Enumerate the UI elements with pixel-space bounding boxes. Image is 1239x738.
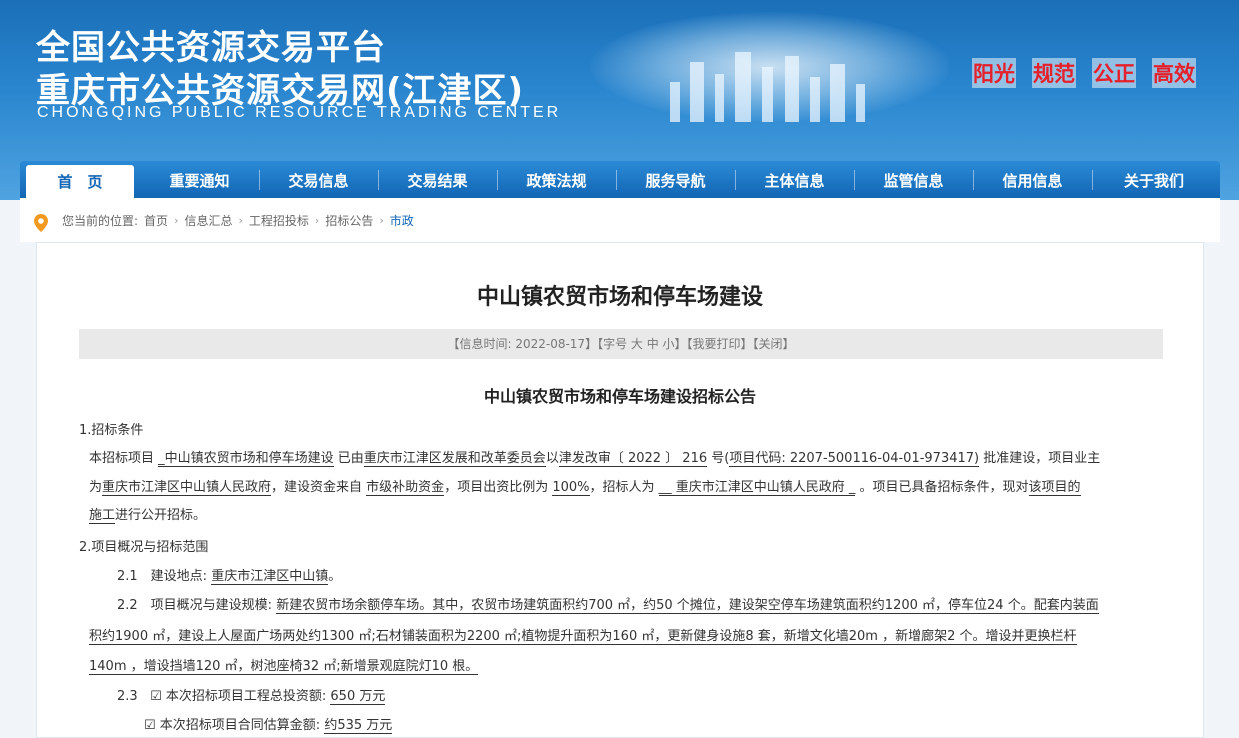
slogan-2: 规范 [1032, 58, 1076, 88]
breadcrumb-engineering[interactable]: 工程招投标 [243, 212, 315, 229]
breadcrumb-current[interactable]: 市政 [384, 212, 420, 229]
section-2-3-line-2: ☑ 本次招标项目合同估算金额: 约535 万元 [144, 718, 393, 734]
article-panel: 中山镇农贸市场和停车场建设 【信息时间: 2022-08-17】【字号 大 中 … [36, 242, 1204, 738]
breadcrumb: 您当前的位置: 首页 › 信息汇总 › 工程招投标 › 招标公告 › 市政 [20, 198, 1220, 242]
nav-trade-info[interactable]: 交易信息 [259, 161, 378, 198]
section-2-heading: 2.项目概况与招标范围 [79, 540, 209, 555]
breadcrumb-tender-notice[interactable]: 招标公告 [319, 212, 379, 229]
breadcrumb-home[interactable]: 首页 [138, 212, 174, 229]
nav-trade-results[interactable]: 交易结果 [378, 161, 497, 198]
site-title-english: CHONGQING PUBLIC RESOURCE TRADING CENTER [37, 104, 562, 121]
breadcrumb-prefix: 您当前的位置: [62, 214, 139, 228]
section-2-3-line-1: 2.3 ☑ 本次招标项目工程总投资额: 650 万元 [117, 689, 386, 705]
nav-service[interactable]: 服务导航 [616, 161, 735, 198]
section-1-line-3: 施工进行公开招标。 [89, 508, 207, 524]
checkbox-checked-icon: ☑ [150, 689, 162, 704]
slogan-3: 公正 [1092, 58, 1136, 88]
nav-supervision[interactable]: 监管信息 [854, 161, 973, 198]
location-pin-icon [34, 214, 48, 232]
nav-about[interactable]: 关于我们 [1092, 161, 1216, 198]
section-1-line-1: 本招标项目 _中山镇农贸市场和停车场建设 已由重庆市江津区发展和改革委员会以津发… [89, 451, 1101, 467]
nav-policy[interactable]: 政策法规 [497, 161, 616, 198]
article-title: 中山镇农贸市场和停车场建设 [476, 285, 763, 310]
city-skyline-image [590, 12, 950, 122]
section-1-heading: 1.招标条件 [79, 423, 144, 438]
section-2-2-line-2: 积约1900 ㎡，建设上人屋面广场两处约1300 ㎡;石材铺装面积为2200 ㎡… [89, 629, 1077, 645]
nav-entity-info[interactable]: 主体信息 [735, 161, 854, 198]
section-1-line-2: 为重庆市江津区中山镇人民政府，建设资金来自 市级补助资金，项目出资比例为 100… [89, 480, 1081, 496]
nav-credit[interactable]: 信用信息 [973, 161, 1092, 198]
platform-title: 全国公共资源交易平台 [36, 28, 386, 68]
section-2-2-line-3: 140m ，增设挡墙120 ㎡，树池座椅32 ㎡;新增景观庭院灯10 根。 [89, 659, 479, 675]
slogan-group: 阳光 规范 公正 高效 [972, 58, 1196, 88]
notice-subtitle: 中山镇农贸市场和停车场建设招标公告 [483, 387, 756, 406]
slogan-4: 高效 [1152, 58, 1196, 88]
section-2-2-line-1: 2.2 项目概况与建设规模: 新建农贸市场余额停车场。其中，农贸市场建筑面积约7… [117, 598, 1099, 614]
nav-home[interactable]: 首 页 [26, 165, 134, 198]
main-nav: 首 页 重要通知 交易信息 交易结果 政策法规 服务导航 主体信息 监管信息 信… [20, 161, 1220, 198]
checkbox-checked-icon: ☑ [144, 718, 156, 733]
slogan-1: 阳光 [972, 58, 1016, 88]
article-info-bar[interactable]: 【信息时间: 2022-08-17】【字号 大 中 小】【我要打印】【关闭】 [79, 329, 1163, 359]
section-2-1: 2.1 建设地点: 重庆市江津区中山镇。 [117, 569, 342, 585]
breadcrumb-info-summary[interactable]: 信息汇总 [178, 212, 238, 229]
nav-notices[interactable]: 重要通知 [140, 161, 259, 198]
